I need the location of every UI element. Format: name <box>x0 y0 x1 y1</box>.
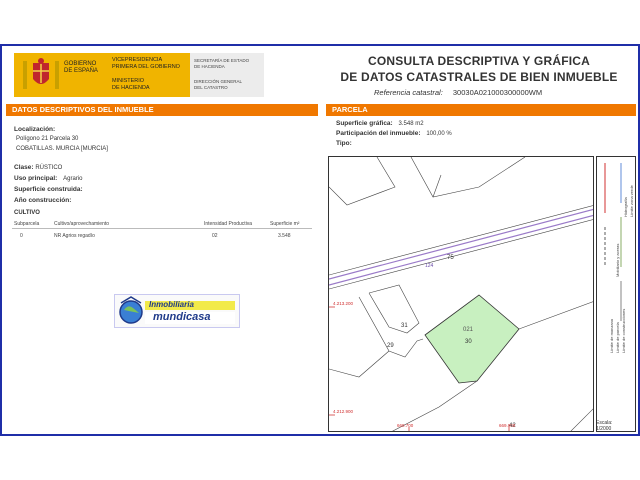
clase-value: RÚSTICO <box>35 165 63 171</box>
referencia-catastral: Referencia catastral: 30030A021000300000… <box>374 88 542 97</box>
ministerio-text: MINISTERIO DE HACIENDA <box>112 78 150 91</box>
section-bar-parcela: PARCELA <box>326 104 636 116</box>
logo-text-top: Inmobiliaria <box>149 300 194 309</box>
sup-grafica-label: Superficie gráfica: <box>336 120 393 127</box>
escala: Escala: 1/2000 <box>596 420 612 432</box>
direccion-text: DIRECCIÓN GENERAL DEL CATASTRO <box>194 79 242 90</box>
map-coord-x2: 669.800 <box>499 423 516 428</box>
uso-label: Uso principal: <box>14 175 58 182</box>
map-coord-y1: 4.213.200 <box>333 301 354 306</box>
map-label-road: 124 <box>425 263 434 269</box>
parcel-line <box>329 205 593 276</box>
cadastral-map[interactable]: 021 30 75 31 29 42 124 4.213.200 4.212.9… <box>328 156 594 432</box>
table-cell: 0 <box>20 233 23 239</box>
coat-of-arms-icon <box>23 58 59 89</box>
map-label-29: 29 <box>387 343 394 349</box>
cultivo-header: Superficie m² <box>270 221 300 227</box>
cultivo-table: Subparcela Cultivo/aprovechamiento Inten… <box>12 220 312 243</box>
ministerio-line: MINISTERIO <box>112 78 145 84</box>
cultivo-header: Intensidad Productiva <box>204 221 253 227</box>
parcel-line <box>329 219 593 290</box>
table-cell: NR Agrios regadío <box>54 233 95 239</box>
table-row: 0 NR Agrios regadío 02 3.548 <box>12 229 312 244</box>
legend-item: Límite de manzana <box>609 318 614 353</box>
parcel-line <box>518 301 593 330</box>
superficie-construida-label: Superficie construida: <box>14 186 83 193</box>
agency-logo: Inmobiliaria mundicasa <box>114 294 240 328</box>
table-cell: 3.548 <box>278 233 291 239</box>
vice-line: PRIMERA DEL GOBIERNO <box>112 63 180 70</box>
cultivo-title: CULTIVO <box>14 210 40 216</box>
uso-row: Uso principal: Agrario <box>14 175 83 182</box>
legend-item: Límite zona verde <box>629 185 634 217</box>
road-line <box>329 214 593 286</box>
document-frame: GOBIERNO DE ESPAÑA VICEPRESIDENCIA PRIME… <box>0 44 640 436</box>
parcel-line <box>410 157 526 198</box>
map-label-parcel-number: 30 <box>465 339 472 345</box>
direccion-line: DEL CATASTRO <box>194 84 228 90</box>
participacion-value: 100,00 % <box>426 131 452 137</box>
map-legend: Límite de manzana Límite de parcela Lími… <box>596 156 636 432</box>
parcel-line <box>368 284 420 334</box>
referencia-value: 30030A021000300000WM <box>452 88 543 97</box>
document-title-line2: DE DATOS CATASTRALES DE BIEN INMUEBLE <box>340 70 618 84</box>
parcel-line <box>432 174 442 198</box>
road-line <box>329 208 593 280</box>
map-coord-x1: 669.700 <box>397 423 414 428</box>
map-label-parcel-code: 021 <box>463 327 474 333</box>
localizacion-label: Localización: <box>14 126 56 133</box>
legend-item: Mobiliario y aceras <box>615 243 620 277</box>
legend-item: Límite de construcciones <box>621 308 626 353</box>
uso-value: Agrario <box>63 176 83 182</box>
gov-line: DE ESPAÑA <box>64 68 98 74</box>
sup-grafica-value: 3.548 m2 <box>398 121 424 127</box>
highlighted-parcel[interactable] <box>424 294 520 384</box>
direccion-line: DIRECCIÓN GENERAL <box>194 79 243 84</box>
map-label-75: 75 <box>447 255 454 261</box>
government-banner: GOBIERNO DE ESPAÑA VICEPRESIDENCIA PRIME… <box>14 53 264 97</box>
cultivo-header-row: Subparcela Cultivo/aprovechamiento Inten… <box>12 220 312 229</box>
escala-value: 1/2000 <box>596 426 612 432</box>
anio-construccion-label: Año construcción: <box>14 197 72 204</box>
secretaria-text: SECRETARÍA DE ESTADO DE HACIENDA <box>194 58 249 69</box>
legend-item: Hidrografía <box>623 197 628 217</box>
ministerio-line: DE HACIENDA <box>112 84 150 91</box>
localizacion-line2: COBATILLAS. MURCIA [MURCIA] <box>16 146 108 152</box>
participacion-row: Participación del inmueble: 100,00 % <box>336 130 452 137</box>
map-drawing <box>329 157 593 431</box>
parcel-line <box>329 157 396 206</box>
localizacion-line1: Polígono 21 Parcela 30 <box>16 136 79 142</box>
clase-label: Clase: <box>14 164 34 171</box>
logo-text-bottom: mundicasa <box>153 311 211 323</box>
header: GOBIERNO DE ESPAÑA VICEPRESIDENCIA PRIME… <box>4 48 640 102</box>
legend-item: Límite de parcela <box>615 322 620 353</box>
cultivo-header: Cultivo/aprovechamiento <box>54 221 110 227</box>
section-bar-descriptivos: DATOS DESCRIPTIVOS DEL INMUEBLE <box>6 104 318 116</box>
parcel-line <box>329 350 390 378</box>
table-cell: 02 <box>212 233 218 239</box>
vicepresidencia-text: VICEPRESIDENCIA PRIMERA DEL GOBIERNO <box>112 57 180 70</box>
clase-row: Clase: RÚSTICO <box>14 164 62 171</box>
tipo-label: Tipo: <box>336 140 352 147</box>
map-label-31: 31 <box>401 323 408 329</box>
secretaria-line: SECRETARÍA DE ESTADO <box>194 58 250 63</box>
gov-line: GOBIERNO <box>64 61 97 67</box>
gov-name: GOBIERNO DE ESPAÑA <box>64 61 98 75</box>
document-title-line1: CONSULTA DESCRIPTIVA Y GRÁFICA <box>367 54 590 68</box>
secretaria-line: DE HACIENDA <box>194 63 225 69</box>
cultivo-header: Subparcela <box>14 221 40 227</box>
parcel-line <box>570 408 593 431</box>
superficie-grafica-row: Superficie gráfica: 3.548 m2 <box>336 120 424 127</box>
map-coord-y2: 4.212.900 <box>333 409 354 414</box>
participacion-label: Participación del inmueble: <box>336 130 421 137</box>
referencia-label: Referencia catastral: <box>374 88 443 97</box>
